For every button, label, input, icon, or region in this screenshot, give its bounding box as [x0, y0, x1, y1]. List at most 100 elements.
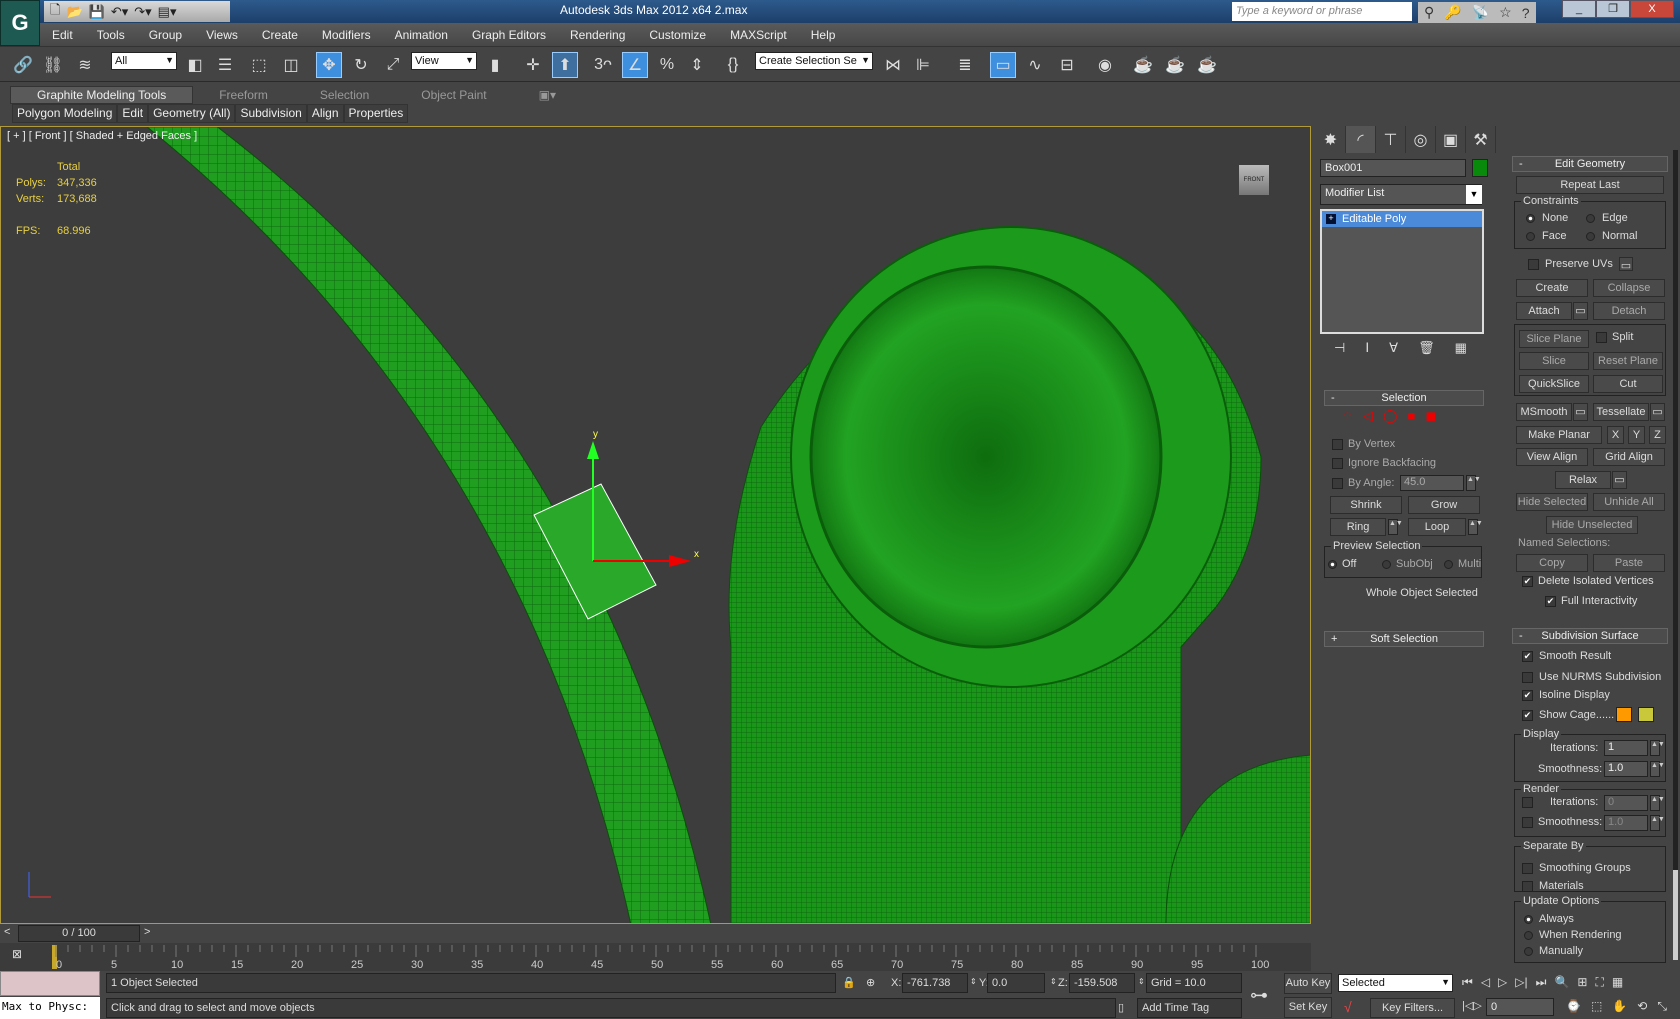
configure-modifier-sets-icon[interactable]: ▦	[1455, 340, 1467, 356]
show-end-result-icon[interactable]: Ⅰ	[1365, 340, 1369, 356]
paste-button[interactable]: Paste	[1593, 554, 1665, 572]
go-to-end-icon[interactable]: ⏭	[1536, 975, 1547, 990]
panel-geometry-all[interactable]: Geometry (All)	[148, 104, 236, 123]
use-nurms-checkbox[interactable]	[1522, 672, 1533, 683]
render-setup-icon[interactable]: ☕	[1130, 52, 1156, 78]
panel-align[interactable]: Align	[306, 104, 344, 123]
tessellate-settings-icon[interactable]: ▭	[1650, 403, 1665, 421]
make-planar-button[interactable]: Make Planar	[1516, 426, 1602, 444]
by-angle-checkbox[interactable]	[1332, 478, 1343, 489]
menu-tools[interactable]: Tools	[85, 28, 137, 42]
star-icon[interactable]: ☆	[1499, 4, 1512, 21]
modifier-list-arrow-icon[interactable]: ▼	[1466, 185, 1482, 204]
x-coord-field[interactable]: -761.738	[902, 973, 968, 993]
save-icon[interactable]: 💾	[89, 4, 105, 20]
schematic-view-icon[interactable]: ⊟	[1054, 52, 1080, 78]
application-button[interactable]: G	[0, 0, 40, 46]
display-tab-icon[interactable]: ▣	[1436, 126, 1466, 153]
edge-level-icon[interactable]: ◁	[1363, 408, 1373, 424]
scrollbar-thumb[interactable]	[1673, 870, 1678, 960]
preserve-uvs-checkbox[interactable]	[1528, 259, 1539, 270]
current-frame-field[interactable]: 0	[1486, 998, 1554, 1016]
maximize-viewport-icon[interactable]: ⤡	[1657, 999, 1667, 1014]
search-input[interactable]: Type a keyword or phrase	[1232, 2, 1412, 21]
spinner-snap-icon[interactable]: ⇕	[684, 52, 710, 78]
msmooth-settings-icon[interactable]: ▭	[1573, 403, 1588, 421]
constraint-edge-radio[interactable]	[1586, 214, 1595, 223]
zoom-icon[interactable]: 🔍	[1554, 975, 1569, 990]
unlink-icon[interactable]: ⛓	[40, 52, 66, 78]
menu-rendering[interactable]: Rendering	[558, 28, 637, 42]
ribbon-options-icon[interactable]: ▣▾	[513, 88, 582, 102]
panel-polygon-modeling[interactable]: Polygon Modeling	[12, 104, 118, 123]
modifier-list-dropdown[interactable]: Modifier List	[1320, 184, 1482, 205]
edit-named-selection-icon[interactable]: {}	[720, 52, 746, 78]
collapse-button[interactable]: Collapse	[1593, 279, 1665, 297]
time-slider[interactable]: < 0 / 100 >	[0, 924, 1311, 943]
element-level-icon[interactable]: ◼	[1425, 408, 1436, 424]
materials-checkbox[interactable]	[1522, 881, 1533, 892]
next-frame-icon[interactable]: ▷|	[1515, 975, 1527, 990]
maxscript-mini-listener-top[interactable]	[0, 971, 100, 996]
pin-stack-icon[interactable]: ⊣	[1334, 340, 1345, 356]
undo-icon[interactable]: ↶▾	[111, 4, 128, 20]
angle-snap-icon[interactable]: ∠	[622, 52, 648, 78]
grid-align-button[interactable]: Grid Align	[1593, 448, 1665, 466]
remove-modifier-icon[interactable]: 🗑	[1418, 340, 1435, 356]
menu-animation[interactable]: Animation	[383, 28, 460, 42]
layer-manager-icon[interactable]: ≣	[952, 52, 978, 78]
shrink-button[interactable]: Shrink	[1330, 496, 1402, 514]
panel-subdivision[interactable]: Subdivision	[235, 104, 307, 123]
unhide-all-button[interactable]: Unhide All	[1593, 493, 1665, 511]
modify-tab-icon[interactable]: ◜	[1346, 126, 1376, 153]
tab-selection[interactable]: Selection	[294, 88, 395, 102]
ring-button[interactable]: Ring	[1330, 518, 1386, 536]
cut-button[interactable]: Cut	[1593, 375, 1663, 393]
panel-properties[interactable]: Properties	[343, 104, 409, 123]
panel-edit[interactable]: Edit	[117, 104, 149, 123]
display-smoothness-spinner[interactable]: ▲▼	[1650, 761, 1665, 777]
key-mode-dropdown[interactable]: Selected	[1338, 974, 1453, 992]
smooth-result-checkbox[interactable]: ✔	[1522, 651, 1533, 662]
front-viewport[interactable]: y x [ + ] [ Front ] [ Shaded + Edged Fac…	[0, 126, 1311, 924]
modifier-stack[interactable]: + Editable Poly	[1320, 209, 1484, 334]
z-coord-field[interactable]: -159.508	[1069, 973, 1135, 993]
tessellate-button[interactable]: Tessellate	[1593, 403, 1649, 421]
vertex-level-icon[interactable]: ⁘	[1342, 408, 1353, 424]
minimize-button[interactable]: _	[1562, 0, 1596, 18]
z-spinner[interactable]: ⇕	[1138, 977, 1145, 986]
prev-frame-arrow-icon[interactable]: <	[4, 926, 10, 938]
render-iterations-spinner[interactable]: ▲▼	[1650, 795, 1665, 811]
create-tab-icon[interactable]: ✸	[1316, 126, 1346, 153]
reset-plane-button[interactable]: Reset Plane	[1593, 352, 1663, 370]
subdivision-surface-rollout-header[interactable]: - Subdivision Surface	[1512, 628, 1668, 644]
close-button[interactable]: X	[1630, 0, 1674, 18]
pivot-center-icon[interactable]: ▮	[482, 52, 508, 78]
constraint-none-radio[interactable]	[1526, 214, 1535, 223]
display-iterations-spinner[interactable]: ▲▼	[1650, 740, 1665, 756]
stack-item-editable-poly[interactable]: + Editable Poly	[1322, 211, 1482, 227]
menu-customize[interactable]: Customize	[637, 28, 718, 42]
slice-button[interactable]: Slice	[1519, 352, 1589, 370]
reference-coordinate-dropdown[interactable]: View	[411, 52, 477, 70]
menu-graph-editors[interactable]: Graph Editors	[460, 28, 558, 42]
show-cage-checkbox[interactable]: ✔	[1522, 710, 1533, 721]
slice-plane-button[interactable]: Slice Plane	[1519, 330, 1589, 348]
field-of-view-icon[interactable]: ⬚	[1591, 999, 1602, 1014]
make-planar-z-button[interactable]: Z	[1649, 426, 1666, 444]
tab-object-paint[interactable]: Object Paint	[395, 88, 512, 102]
display-iterations-input[interactable]: 1	[1604, 740, 1648, 756]
preview-multi-radio[interactable]	[1444, 560, 1453, 569]
material-editor-icon[interactable]: ◉	[1092, 52, 1118, 78]
render-smoothness-input[interactable]: 1.0	[1604, 815, 1648, 831]
time-slider-thumb[interactable]: 0 / 100	[18, 925, 140, 942]
maxscript-mini-listener[interactable]: Max to Physc:	[0, 997, 100, 1019]
render-smoothness-spinner[interactable]: ▲▼	[1650, 815, 1665, 831]
project-folder-icon[interactable]: ▤▾	[158, 4, 177, 20]
selection-rollout-header[interactable]: - Selection	[1324, 390, 1484, 406]
render-iterations-checkbox[interactable]	[1522, 797, 1533, 808]
play-icon[interactable]: ▷	[1498, 975, 1507, 990]
msmooth-button[interactable]: MSmooth	[1516, 403, 1572, 421]
binoculars-icon[interactable]: ⚲	[1424, 4, 1434, 21]
key-icon[interactable]: 🔑	[1444, 4, 1461, 21]
